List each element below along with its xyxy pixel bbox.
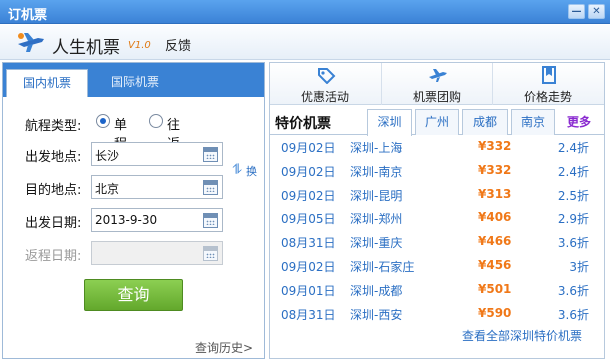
deal-date: 09月05日 — [281, 212, 336, 226]
depart-value: 2013-9-30 — [95, 213, 158, 227]
deal-route[interactable]: 深圳-成都 — [350, 282, 402, 299]
deal-route[interactable]: 深圳-上海 — [350, 139, 402, 156]
bookmark-icon — [542, 66, 556, 84]
deal-price: ¥501 — [478, 282, 512, 296]
more-link[interactable]: 更多 — [567, 113, 591, 130]
group-buy-button[interactable]: 机票团购 — [381, 63, 491, 105]
list-item[interactable]: 09月02日 深圳-石家庄 ¥456 3折 — [270, 258, 604, 280]
app-header: 人生机票 V1.0 反馈 — [0, 25, 610, 60]
to-value: 北京 — [95, 182, 120, 196]
round-trip-radio[interactable] — [149, 114, 163, 128]
trip-type-label: 航程类型: — [25, 119, 82, 134]
window-title: 订机票 — [8, 8, 48, 23]
price-trend-button[interactable]: 价格走势 — [492, 63, 602, 105]
deal-route[interactable]: 深圳-西安 — [350, 306, 402, 323]
deal-date: 08月31日 — [281, 308, 336, 322]
tab-international[interactable]: 国际机票 — [91, 69, 179, 97]
deal-price: ¥332 — [478, 139, 512, 153]
app-version: V1.0 — [128, 40, 151, 51]
deal-discount: 2.9折 — [557, 212, 589, 226]
view-all-deals-link[interactable]: 查看全部深圳特价机票 — [462, 327, 582, 344]
plane-logo-icon — [18, 33, 44, 52]
deal-route[interactable]: 深圳-昆明 — [350, 187, 402, 204]
deal-date: 09月02日 — [281, 141, 336, 155]
booking-panel: 国内机票 国际机票 航程类型: 单程 往返 出发地点: 长沙 目的地点: 北京 … — [2, 62, 265, 359]
deal-discount: 3.6折 — [557, 284, 589, 298]
deal-route[interactable]: 深圳-重庆 — [350, 234, 402, 251]
title-bar: 订机票 — ✕ — [0, 0, 610, 24]
deal-price: ¥313 — [478, 187, 512, 201]
deal-date: 08月31日 — [281, 236, 336, 250]
city-tab-shenzhen[interactable]: 深圳 — [367, 109, 412, 136]
depart-date-input[interactable]: 2013-9-30 — [91, 208, 223, 232]
to-input[interactable]: 北京 — [91, 175, 223, 199]
deal-price: ¥456 — [478, 258, 512, 272]
city-tab-guangzhou[interactable]: 广州 — [415, 109, 459, 135]
list-item[interactable]: 09月02日 深圳-南京 ¥332 2.4折 — [270, 163, 604, 185]
promotions-button[interactable]: 优惠活动 — [270, 63, 380, 105]
feedback-link[interactable]: 反馈 — [165, 35, 191, 54]
deal-price: ¥590 — [478, 306, 512, 320]
close-button[interactable]: ✕ — [588, 4, 605, 19]
city-tab-chengdu[interactable]: 成都 — [462, 109, 508, 135]
deal-discount: 3折 — [569, 260, 589, 274]
swap-arrow-icon: ⥮ — [232, 162, 243, 178]
deal-discount: 3.6折 — [557, 308, 589, 322]
deal-discount: 2.5折 — [557, 189, 589, 203]
deal-route[interactable]: 深圳-石家庄 — [350, 258, 414, 275]
deal-price: ¥466 — [478, 234, 512, 248]
calendar-icon[interactable] — [203, 147, 218, 162]
from-input[interactable]: 长沙 — [91, 142, 223, 166]
deal-discount: 2.4折 — [557, 165, 589, 179]
minimize-button[interactable]: — — [568, 4, 585, 19]
deals-panel: 优惠活动 机票团购 价格走势 特价机票 深圳 广州 成都 南京 更多 09月02… — [269, 62, 605, 359]
calendar-icon[interactable] — [203, 213, 218, 228]
deal-date: 09月02日 — [281, 189, 336, 203]
list-item[interactable]: 09月02日 深圳-上海 ¥332 2.4折 — [270, 139, 604, 161]
tab-domestic[interactable]: 国内机票 — [6, 69, 88, 97]
booking-tabs: 国内机票 国际机票 — [3, 63, 264, 97]
toolbar: 优惠活动 机票团购 价格走势 — [270, 63, 604, 105]
deal-date: 09月02日 — [281, 165, 336, 179]
from-label: 出发地点: — [25, 150, 82, 165]
list-item[interactable]: 09月02日 深圳-昆明 ¥313 2.5折 — [270, 187, 604, 209]
airplane-icon — [429, 69, 447, 82]
swap-label: 换 — [246, 165, 257, 178]
deal-date: 09月02日 — [281, 260, 336, 274]
calendar-icon — [203, 246, 218, 261]
swap-button[interactable]: ⥮ 换 — [232, 160, 260, 180]
search-history-link[interactable]: 查询历史> — [195, 339, 253, 356]
return-date-input — [91, 241, 223, 265]
list-item[interactable]: 09月05日 深圳-郑州 ¥406 2.9折 — [270, 210, 604, 232]
list-item[interactable]: 08月31日 深圳-西安 ¥590 3.6折 — [270, 306, 604, 328]
from-value: 长沙 — [95, 149, 120, 163]
to-label: 目的地点: — [25, 183, 82, 198]
group-buy-label: 机票团购 — [412, 90, 461, 104]
city-tab-nanjing[interactable]: 南京 — [511, 109, 555, 135]
deal-discount: 3.6折 — [557, 236, 589, 250]
search-button[interactable]: 查询 — [84, 279, 183, 311]
price-trend-label: 价格走势 — [523, 90, 572, 104]
section-title: 特价机票 — [275, 116, 331, 132]
deal-route[interactable]: 深圳-郑州 — [350, 210, 402, 227]
deal-discount: 2.4折 — [557, 141, 589, 155]
calendar-icon[interactable] — [203, 180, 218, 195]
list-item[interactable]: 09月01日 深圳-成都 ¥501 3.6折 — [270, 282, 604, 304]
promotions-label: 优惠活动 — [300, 90, 349, 104]
deal-price: ¥406 — [478, 210, 512, 224]
list-item[interactable]: 08月31日 深圳-重庆 ¥466 3.6折 — [270, 234, 604, 256]
deal-date: 09月01日 — [281, 284, 336, 298]
depart-label: 出发日期: — [25, 216, 82, 231]
one-way-radio[interactable] — [96, 114, 110, 128]
deal-route[interactable]: 深圳-南京 — [350, 163, 402, 180]
deal-price: ¥332 — [478, 163, 512, 177]
tag-icon — [318, 68, 336, 84]
app-name: 人生机票 — [52, 38, 120, 58]
city-tab-row: 特价机票 深圳 广州 成都 南京 更多 — [270, 109, 604, 136]
return-label: 返程日期: — [25, 249, 82, 264]
